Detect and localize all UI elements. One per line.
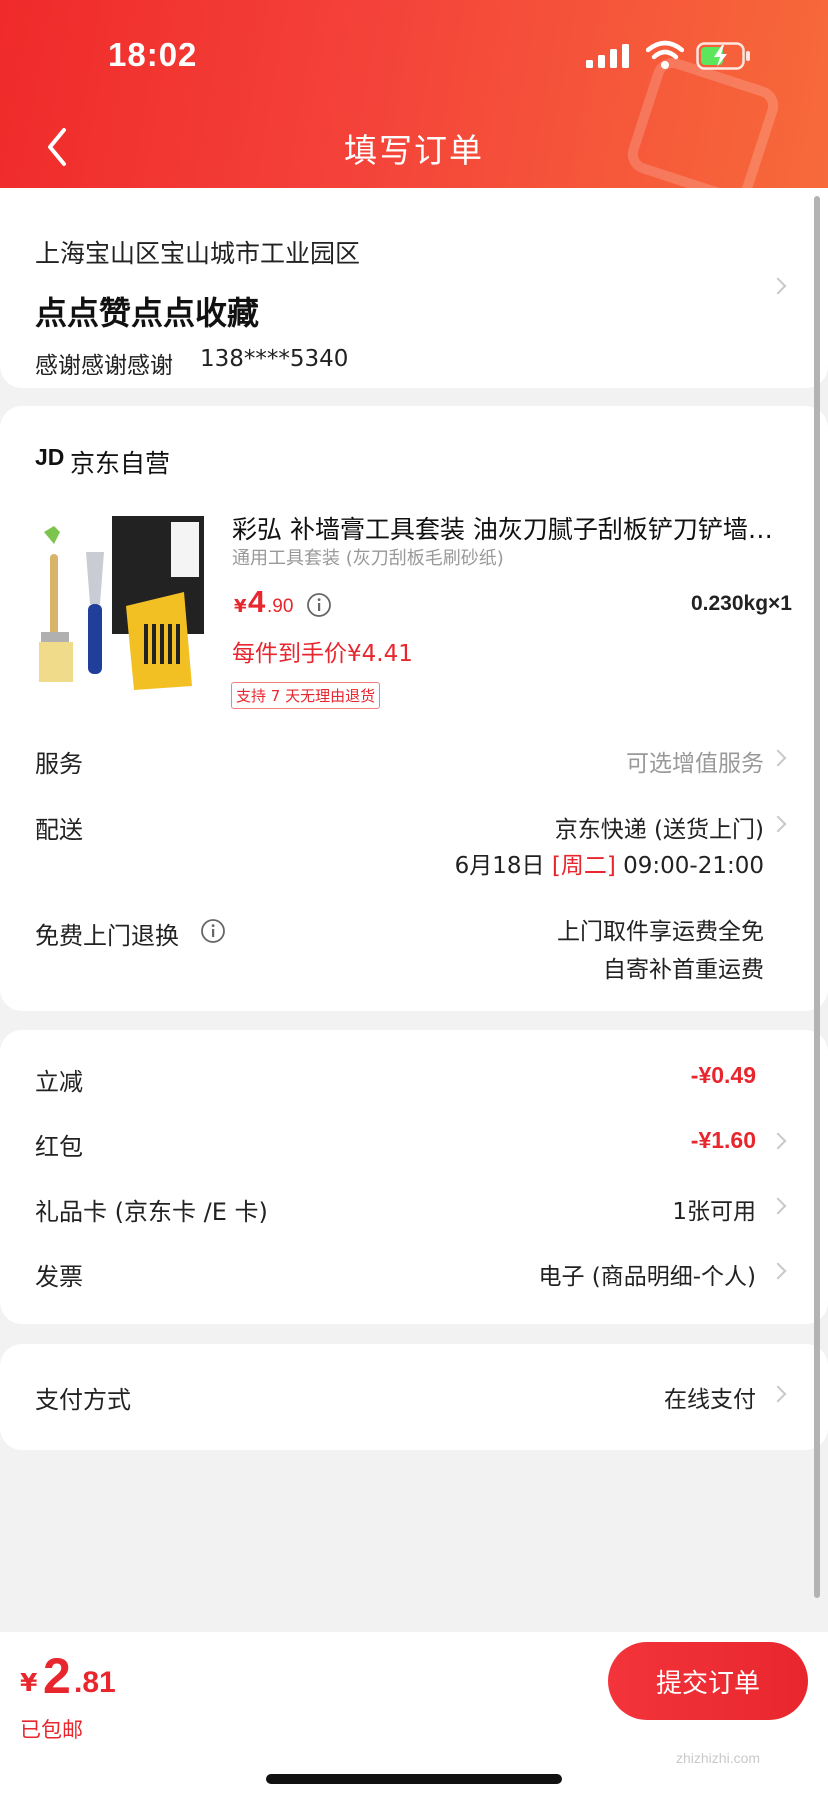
recipient-phone: 138****5340 <box>200 346 349 372</box>
free-return-line-2: 自寄补首重运费 <box>603 957 764 983</box>
checkout-bar: ¥ 2 .81 已包邮 提交订单 zhizhizhi.com <box>0 1632 828 1795</box>
recipient-name: 感谢感谢感谢 <box>35 353 173 379</box>
price-decimal: .90 <box>267 596 294 617</box>
invoice-value[interactable]: 电子 (商品明细-个人) <box>538 1257 756 1291</box>
wifi-icon <box>646 40 684 69</box>
status-bar: 18:02 <box>0 0 828 110</box>
jd-logo: JD <box>35 444 65 470</box>
delivery-date: 6月18日 <box>454 853 545 879</box>
status-time: 18:02 <box>108 36 198 73</box>
submit-order-button[interactable]: 提交订单 <box>608 1642 808 1720</box>
product-title[interactable]: 彩弘 补墙膏工具套装 油灰刀腻子刮板铲刀铲墙… <box>232 510 792 546</box>
total-integer: 2 <box>43 1648 71 1704</box>
price-details-card: 立减 -¥0.49 红包 -¥1.60 礼品卡 (京东卡 /E 卡) 1张可用 … <box>0 1030 828 1324</box>
delivery-time: 09:00-21:00 <box>623 853 764 879</box>
address-card[interactable]: 上海宝山区宝山城市工业园区 点点赞点点收藏 感谢感谢感谢 138****5340 <box>0 188 828 388</box>
header: 18:02 填写订单 <box>0 0 828 188</box>
red-packet-label: 红包 <box>35 1133 83 1161</box>
address-region: 上海宝山区宝山城市工业园区 <box>35 239 361 268</box>
return-policy-badge: 支持 7 天无理由退货 <box>231 682 381 709</box>
service-label-text: 服务 <box>35 750 83 778</box>
chevron-right-icon[interactable] <box>769 1132 787 1150</box>
page-title: 填写订单 <box>344 131 484 170</box>
free-shipping-note: 已包邮 <box>20 1718 83 1742</box>
scrollbar[interactable] <box>814 196 820 1598</box>
delivery-weekday: [周二] <box>551 853 616 879</box>
delivery-schedule[interactable]: 6月18日 [周二] 09:00-21:00 <box>455 846 764 880</box>
home-indicator[interactable] <box>266 1774 562 1784</box>
total-currency: ¥ <box>20 1668 38 1697</box>
battery-charging-icon <box>696 42 750 70</box>
cellular-signal-icon <box>586 44 629 68</box>
payment-card[interactable]: 支付方式 在线支付 <box>0 1344 828 1450</box>
service-value[interactable]: 可选增值服务 <box>626 744 764 778</box>
chevron-right-icon[interactable] <box>769 1262 787 1280</box>
invoice-label: 发票 <box>35 1263 83 1291</box>
gift-card-value[interactable]: 1张可用 <box>672 1192 756 1226</box>
delivery-label: 配送 <box>35 816 83 844</box>
gift-card-label: 礼品卡 (京东卡 /E 卡) <box>35 1198 268 1226</box>
red-packet-value[interactable]: -¥1.60 <box>691 1127 756 1154</box>
total-decimal: .81 <box>74 1666 116 1699</box>
product-spec: 通用工具套装 (灰刀刮板毛刷砂纸) <box>232 548 504 569</box>
price-integer: 4 <box>248 584 266 619</box>
unit-final-price: 每件到手价¥4.41 <box>232 641 413 667</box>
free-return-line-1: 上门取件享运费全免 <box>557 919 764 945</box>
payment-value[interactable]: 在线支付 <box>664 1380 756 1414</box>
chevron-right-icon[interactable] <box>769 1385 787 1403</box>
free-return-label: 免费上门退换 <box>35 922 179 950</box>
delivery-method[interactable]: 京东快递 (送货上门) <box>555 810 764 844</box>
price-currency: ¥ <box>234 596 247 617</box>
nav-bar: 填写订单 <box>0 110 828 188</box>
watermark: zhizhizhi.com <box>676 1750 761 1766</box>
chevron-right-icon[interactable] <box>769 277 787 295</box>
address-detail: 点点赞点点收藏 <box>35 294 260 332</box>
chevron-right-icon[interactable] <box>769 1197 787 1215</box>
free-return-info-icon[interactable] <box>200 918 226 944</box>
weight-quantity: 0.230kg×1 <box>690 592 792 615</box>
price-info-icon[interactable] <box>306 592 332 618</box>
instant-discount-value: -¥0.49 <box>690 1062 756 1088</box>
product-image[interactable] <box>34 514 209 694</box>
shop-name: 京东自营 <box>70 449 171 478</box>
instant-discount-label: 立减 <box>35 1068 83 1096</box>
payment-label: 支付方式 <box>35 1386 131 1414</box>
